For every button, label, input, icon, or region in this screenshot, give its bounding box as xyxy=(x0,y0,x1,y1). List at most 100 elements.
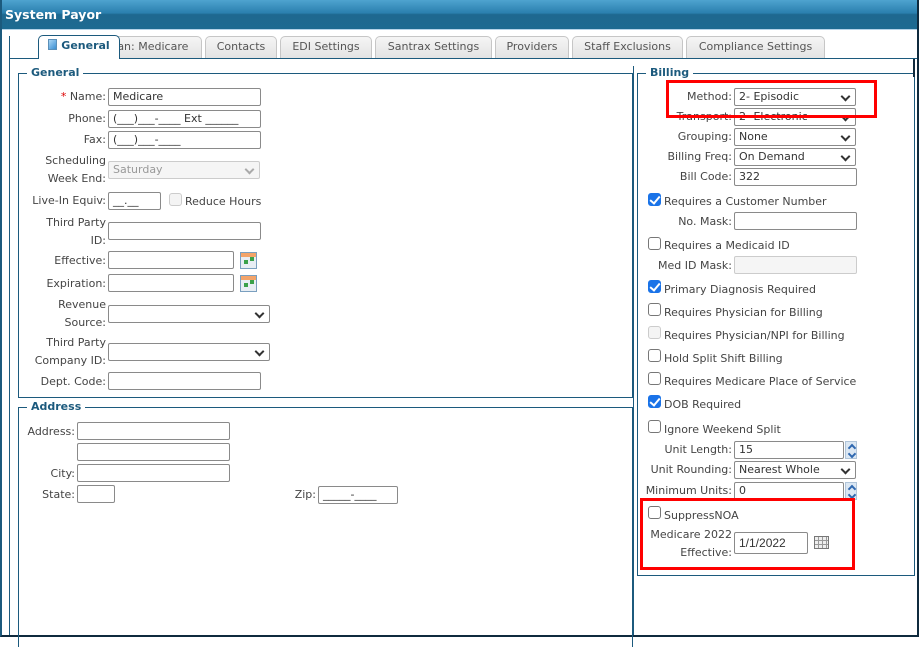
tab-label: Santrax Settings xyxy=(387,40,480,53)
suppress-noa-label: SuppressNOA xyxy=(664,509,739,522)
third-party-id-label-1: Third Party xyxy=(46,216,106,229)
requires-physician-npi-label: Requires Physician/NPI for Billing xyxy=(664,329,845,342)
grouping-select[interactable]: None xyxy=(734,128,856,146)
billing-legend: Billing xyxy=(646,66,694,80)
tab-strip: General Plan: Medicare Contacts EDI Sett… xyxy=(10,35,917,59)
tab-label: Contacts xyxy=(216,40,266,53)
revenue-source-select[interactable] xyxy=(108,305,270,323)
city-input[interactable] xyxy=(77,464,230,482)
tab-label: General xyxy=(61,39,110,52)
required-marker: * xyxy=(60,90,67,103)
tab-label: Compliance Settings xyxy=(698,40,813,53)
hold-split-shift-label: Hold Split Shift Billing xyxy=(664,352,783,365)
transport-label: Transport: xyxy=(676,110,732,123)
reduce-hours-checkbox[interactable] xyxy=(169,193,182,206)
requires-physician-npi-checkbox[interactable] xyxy=(648,326,661,339)
requires-physician-label: Requires Physician for Billing xyxy=(664,306,823,319)
phone-input[interactable]: (___)___-____ Ext ______ xyxy=(108,110,261,128)
name-input[interactable]: Medicare xyxy=(108,88,261,106)
phone-label: Phone: xyxy=(68,112,106,125)
tab-edi-settings[interactable]: EDI Settings xyxy=(280,36,372,58)
unit-length-input[interactable]: 15 xyxy=(734,441,844,459)
scheduling-week-end-select[interactable]: Saturday xyxy=(108,161,260,179)
effective-date-input[interactable] xyxy=(108,251,234,269)
address-line-1-input[interactable] xyxy=(77,422,230,440)
document-icon xyxy=(48,39,58,50)
revenue-source-label-1: Revenue xyxy=(58,298,106,311)
reduce-hours-label: Reduce Hours xyxy=(185,195,262,208)
requires-medicare-pos-label: Requires Medicare Place of Service xyxy=(664,375,857,388)
city-label: City: xyxy=(50,467,75,480)
third-party-company-label-2: Company ID: xyxy=(34,354,106,367)
unit-length-spinner-icon[interactable] xyxy=(845,441,857,459)
fax-input[interactable]: (___)___-____ xyxy=(108,131,261,149)
tab-divider xyxy=(10,58,917,59)
zip-label: Zip: xyxy=(294,488,316,501)
medicare-2022-effective-input[interactable]: 1/1/2022 xyxy=(734,532,808,554)
zip-input[interactable]: _____-____ xyxy=(318,486,398,504)
minimum-units-label: Minimum Units: xyxy=(645,484,732,497)
tab-contacts[interactable]: Contacts xyxy=(205,36,277,58)
tab-compliance-settings[interactable]: Compliance Settings xyxy=(686,36,825,58)
content-border xyxy=(9,36,10,635)
no-mask-input[interactable] xyxy=(734,212,857,230)
scheduling-label-2: Week End: xyxy=(47,172,106,185)
suppress-noa-checkbox[interactable] xyxy=(648,506,661,519)
dob-required-checkbox[interactable] xyxy=(648,395,661,408)
state-input[interactable] xyxy=(77,485,115,503)
bill-code-input[interactable]: 322 xyxy=(734,168,857,186)
unit-rounding-select[interactable]: Nearest Whole xyxy=(734,461,856,479)
third-party-id-input[interactable] xyxy=(108,222,261,240)
third-party-id-label-2: ID: xyxy=(90,234,106,247)
minimum-units-spinner-icon[interactable] xyxy=(845,482,857,500)
calendar-icon[interactable] xyxy=(240,275,257,292)
minimum-units-input[interactable]: 0 xyxy=(734,482,844,500)
requires-medicaid-id-label: Requires a Medicaid ID xyxy=(664,239,790,252)
scheduling-label-1: Scheduling xyxy=(45,154,106,167)
third-party-company-select[interactable] xyxy=(108,343,270,361)
name-label: * Name: xyxy=(22,88,106,106)
tab-providers[interactable]: Providers xyxy=(495,36,569,58)
requires-physician-checkbox[interactable] xyxy=(648,303,661,316)
scrollbar-edge xyxy=(913,59,915,77)
ignore-weekend-split-checkbox[interactable] xyxy=(648,420,661,433)
tab-staff-exclusions[interactable]: Staff Exclusions xyxy=(572,36,683,58)
state-label: State: xyxy=(42,488,75,501)
live-in-equiv-label: Live-In Equiv: xyxy=(32,194,106,207)
billing-freq-select[interactable]: On Demand xyxy=(734,148,856,166)
address-label: Address: xyxy=(27,425,75,438)
ignore-weekend-split-label: Ignore Weekend Split xyxy=(664,423,781,436)
requires-medicaid-id-checkbox[interactable] xyxy=(648,237,661,250)
hold-split-shift-checkbox[interactable] xyxy=(648,349,661,362)
requires-customer-number-checkbox[interactable] xyxy=(648,193,661,206)
method-label: Method: xyxy=(687,90,732,103)
primary-diagnosis-required-checkbox[interactable] xyxy=(648,280,661,293)
billing-method-select[interactable]: 2- Episodic xyxy=(734,88,856,106)
expiration-label: Expiration: xyxy=(46,277,106,290)
medicare-2022-label-2: Effective: xyxy=(680,546,732,559)
medicare-2022-label-1: Medicare 2022 xyxy=(650,528,732,541)
unit-length-label: Unit Length: xyxy=(664,443,732,456)
dept-code-input[interactable] xyxy=(108,372,261,390)
fax-label: Fax: xyxy=(83,133,106,146)
tab-general[interactable]: General xyxy=(38,35,120,59)
address-line-2-input[interactable] xyxy=(77,443,230,461)
transport-select[interactable]: 2- Electronic xyxy=(734,108,856,126)
calendar-icon[interactable] xyxy=(240,252,257,269)
tab-label: Providers xyxy=(506,40,558,53)
requires-medicare-pos-checkbox[interactable] xyxy=(648,372,661,385)
tab-label: EDI Settings xyxy=(292,40,360,53)
live-in-equiv-input[interactable]: __.__ xyxy=(108,192,161,210)
third-party-company-label-1: Third Party xyxy=(46,336,106,349)
expiration-date-input[interactable] xyxy=(108,274,234,292)
dept-code-label: Dept. Code: xyxy=(40,375,106,388)
primary-diagnosis-required-label: Primary Diagnosis Required xyxy=(664,283,816,296)
unit-rounding-label: Unit Rounding: xyxy=(650,463,732,476)
med-id-mask-input[interactable] xyxy=(734,256,857,274)
bill-code-label: Bill Code: xyxy=(679,170,732,183)
general-legend: General xyxy=(27,66,84,80)
grouping-label: Grouping: xyxy=(677,130,732,143)
tab-santrax-settings[interactable]: Santrax Settings xyxy=(375,36,492,58)
system-payor-window: System Payor General Plan: Medicare Cont… xyxy=(0,0,919,647)
calendar-icon[interactable] xyxy=(814,536,829,549)
